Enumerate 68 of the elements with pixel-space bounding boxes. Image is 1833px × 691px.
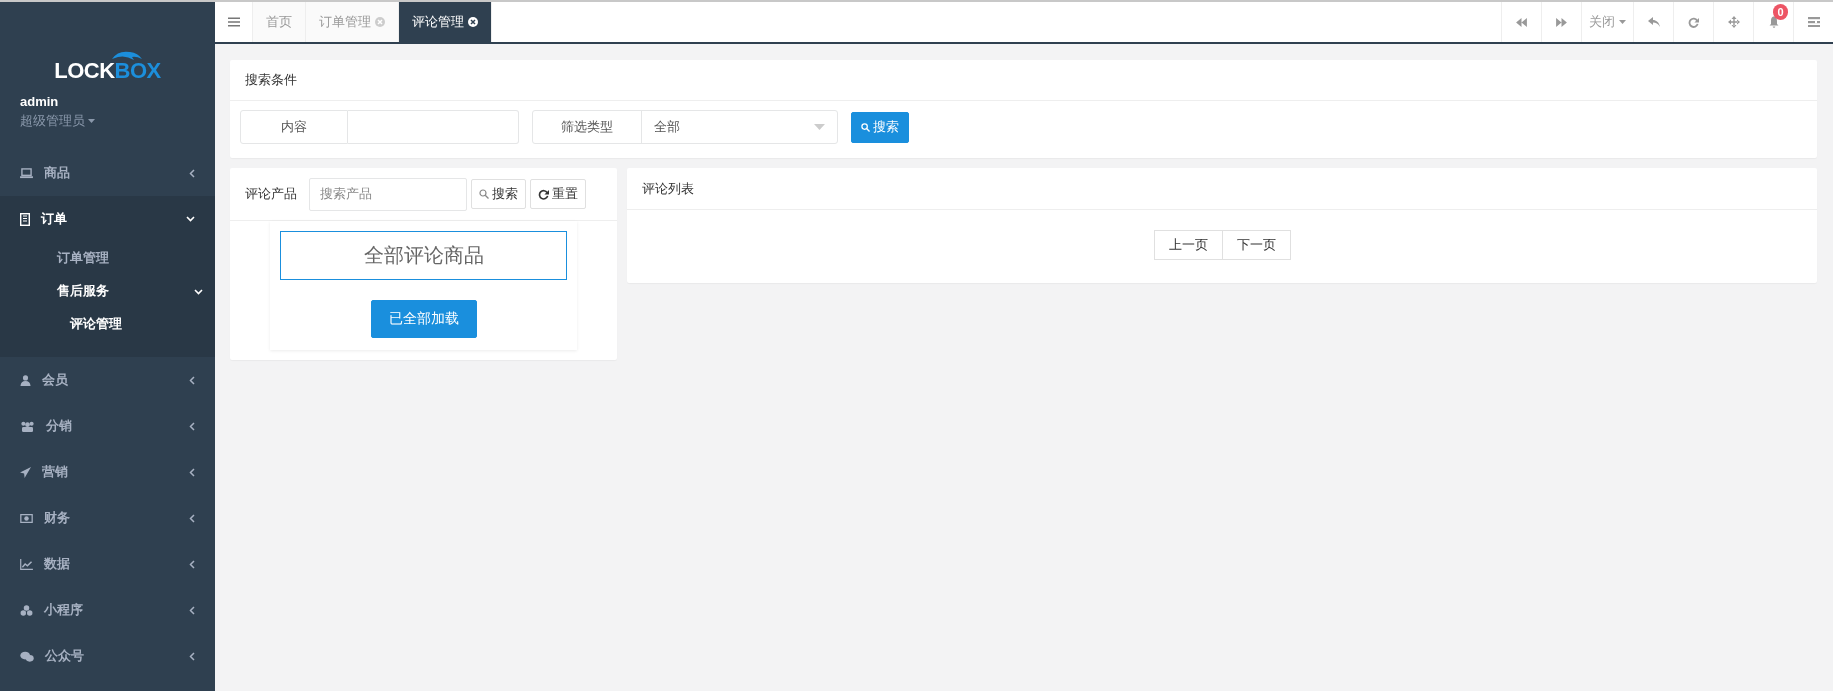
cubes-icon	[20, 604, 33, 616]
panel-title: 评论产品	[245, 185, 297, 203]
chevron-down-icon	[186, 216, 195, 222]
menu-item[interactable]: 会员	[0, 357, 215, 403]
chevron-left-icon	[189, 375, 195, 385]
panel-title: 搜索条件	[230, 60, 1817, 101]
menu-item[interactable]: 公众号	[0, 633, 215, 679]
menu-item[interactable]: 分销	[0, 403, 215, 449]
chat-bubbles-icon	[20, 650, 34, 662]
previous-page-button[interactable]: 上一页	[1153, 230, 1223, 260]
search-icon	[861, 122, 870, 132]
chevron-left-icon	[189, 513, 195, 523]
search-button[interactable]: 搜索	[851, 111, 909, 143]
search-icon	[479, 189, 489, 199]
chevron-left-icon	[189, 168, 195, 178]
rewind-icon	[1516, 17, 1527, 27]
all-products-item[interactable]: 全部评论商品	[280, 231, 567, 280]
reply-arrow-icon	[1647, 17, 1660, 27]
content-field[interactable]	[348, 110, 519, 144]
money-icon	[20, 513, 33, 523]
bell-icon	[1768, 16, 1779, 28]
next-page-button[interactable]: 下一页	[1222, 230, 1291, 260]
page-tab[interactable]: 订单管理	[306, 2, 399, 42]
menu-item[interactable]: 数据	[0, 541, 215, 587]
search-button[interactable]: 搜索	[471, 179, 526, 209]
move-arrows-icon	[1727, 16, 1740, 28]
fish-icon	[111, 50, 142, 60]
menu-item[interactable]: 财务	[0, 495, 215, 541]
menu-item[interactable]: 小程序	[0, 587, 215, 633]
list-icon	[1807, 17, 1820, 27]
line-chart-icon	[20, 558, 33, 570]
submenu-item[interactable]: 评论管理	[0, 308, 215, 341]
chevron-left-icon	[189, 559, 195, 569]
menu-icon	[227, 17, 240, 27]
reset-button[interactable]: 重置	[530, 179, 586, 209]
logo-text: BOX	[114, 58, 161, 84]
document-icon	[20, 212, 30, 226]
role-dropdown[interactable]: 超级管理员	[20, 112, 95, 130]
menu-item[interactable]: 商品	[0, 150, 215, 196]
chevron-left-icon	[189, 421, 195, 431]
laptop-icon	[20, 167, 33, 179]
users-icon	[20, 420, 35, 432]
caret-icon	[1619, 20, 1626, 24]
panel-title: 评论列表	[627, 168, 1817, 210]
submenu-item[interactable]: 售后服务	[0, 275, 215, 308]
menu-item[interactable]: 营销	[0, 449, 215, 495]
submenu-item[interactable]: 订单管理	[0, 242, 215, 275]
chevron-left-icon	[189, 467, 195, 477]
fast-forward-icon	[1556, 17, 1567, 27]
chevron-down-icon	[194, 288, 203, 295]
page-tab[interactable]: 评论管理	[399, 2, 492, 42]
page-tab[interactable]: 首页	[253, 2, 306, 42]
user-icon	[20, 374, 31, 386]
caret-icon	[88, 119, 95, 123]
chevron-left-icon	[189, 605, 195, 615]
product-search-field[interactable]: 搜索产品	[309, 177, 467, 211]
refresh-icon	[1688, 16, 1699, 28]
paper-plane-icon	[20, 466, 31, 478]
user-name: admin	[20, 94, 60, 109]
close-icon	[468, 17, 478, 27]
menu-item[interactable]: 订单	[0, 196, 215, 242]
field-label: 内容	[240, 110, 348, 144]
chevron-left-icon	[189, 651, 195, 661]
refresh-icon	[538, 188, 549, 200]
load-more-button[interactable]: 已全部加载	[370, 300, 477, 338]
close-icon	[375, 17, 385, 27]
logo-text: LOCK	[54, 58, 115, 84]
notification-badge: 0	[1773, 4, 1788, 20]
